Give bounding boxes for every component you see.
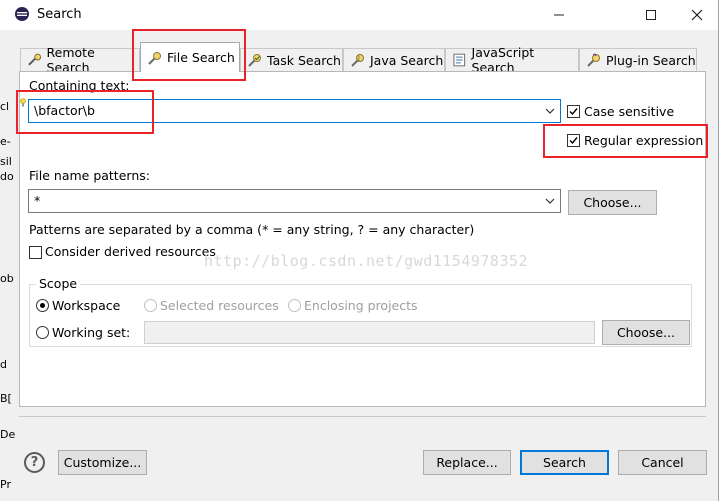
maximize-button[interactable] [628,0,674,30]
watermark-text: http://blog.csdn.net/gwd1154978352 [204,252,529,270]
enclosing-projects-label: Enclosing projects [304,298,418,313]
tab-label: Plug-in Search [606,52,696,68]
background-fragment: cl [0,100,10,113]
file-search-icon [148,51,161,65]
background-fragment: e- [0,135,11,148]
selected-resources-radio[interactable] [144,299,157,312]
eclipse-icon [15,7,29,21]
tab-java-search[interactable]: J Java Search [343,48,445,71]
maximize-icon [646,10,656,20]
background-fragment: Pr [0,478,11,491]
working-set-field[interactable] [144,321,595,344]
background-fragment: ob [0,272,14,285]
choose-file-patterns-button[interactable]: Choose... [568,190,657,215]
close-icon [691,9,703,21]
tab-plugin-search[interactable]: Plug-in Search [579,48,697,71]
tab-file-search[interactable]: File Search [140,42,240,72]
javascript-search-icon [453,53,466,67]
case-sensitive-label: Case sensitive [584,104,675,119]
scope-label: Scope [36,276,81,291]
window-title: Search [37,7,82,22]
working-set-label: Working set: [52,325,131,340]
tab-javascript-search[interactable]: JavaScript Search [445,45,579,75]
enclosing-projects-radio[interactable] [288,299,301,312]
case-sensitive-checkbox[interactable] [567,105,580,118]
annotation-containing-text [16,90,154,134]
file-name-patterns-combo[interactable]: * [28,189,561,213]
task-search-icon [248,54,261,67]
consider-derived-checkbox[interactable] [29,246,42,259]
title-bar[interactable]: Search [0,0,718,30]
svg-text:J: J [357,55,360,62]
workspace-label: Workspace [52,298,121,313]
tab-remote-search[interactable]: Remote Search [20,45,140,75]
tab-task-search[interactable]: Task Search [240,48,343,71]
background-fragment: B[ [0,392,12,405]
remote-search-icon [28,53,42,66]
patterns-hint-text: Patterns are separated by a comma (* = a… [29,222,475,237]
workspace-radio[interactable] [36,299,49,312]
chevron-down-icon[interactable] [544,104,556,118]
tab-label: File Search [167,50,235,65]
minimize-button[interactable] [536,0,582,30]
customize-button[interactable]: Customize... [58,450,147,475]
consider-derived-label: Consider derived resources [45,244,216,259]
selected-resources-label: Selected resources [160,298,279,313]
help-icon[interactable]: ? [24,452,45,473]
java-search-icon: J [351,54,364,67]
plugin-search-icon [587,53,600,67]
tab-label: Java Search [370,52,444,68]
tab-label: Task Search [267,52,341,68]
background-fragment: sil [0,155,12,168]
choose-working-set-button[interactable]: Choose... [602,320,690,345]
cancel-button[interactable]: Cancel [618,450,707,475]
search-button[interactable]: Search [520,450,609,475]
search-dialog: Search Remote Search File Search Task Se… [0,0,719,501]
minimize-icon [554,14,564,16]
close-button[interactable] [674,0,720,30]
background-fragment: d [0,358,7,371]
replace-button[interactable]: Replace... [423,450,511,475]
background-fragment: do [0,170,14,183]
annotation-regular-expression [543,124,708,158]
chevron-down-icon[interactable] [544,194,556,208]
separator [19,416,706,417]
checkmark-icon [569,108,578,116]
background-fragment: De [0,428,16,441]
file-name-patterns-label: File name patterns: [29,168,150,183]
working-set-radio[interactable] [36,326,49,339]
file-name-patterns-value: * [34,193,41,208]
